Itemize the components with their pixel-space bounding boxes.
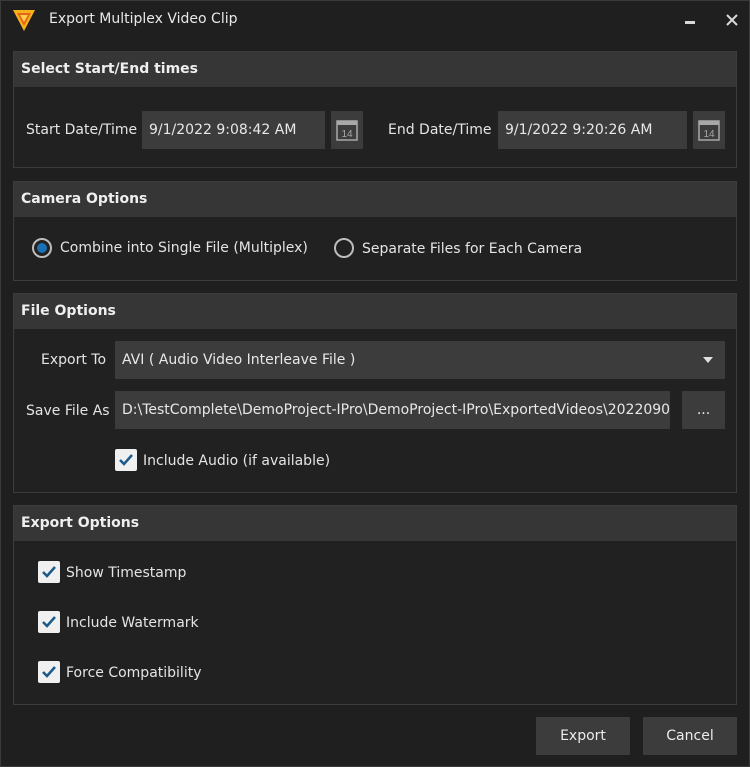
export-options-header: Export Options <box>14 506 736 541</box>
radio-button-selected[interactable] <box>32 238 52 258</box>
close-button[interactable] <box>719 7 745 33</box>
save-file-as-label: Save File As <box>26 403 110 419</box>
svg-text:14: 14 <box>703 129 715 140</box>
camera-section-header: Camera Options <box>14 182 736 217</box>
radio-combine-label[interactable]: Combine into Single File (Multiplex) <box>60 240 308 256</box>
window-title: Export Multiplex Video Clip <box>49 11 238 27</box>
close-icon <box>726 14 738 26</box>
end-datetime-field[interactable]: 9/1/2022 9:20:26 AM <box>498 111 687 149</box>
checkmark-icon <box>42 666 56 678</box>
svg-text:14: 14 <box>341 129 353 140</box>
checkmark-icon <box>119 454 133 466</box>
calendar-icon: 14 <box>336 120 358 141</box>
export-to-label: Export To <box>41 352 107 368</box>
checkmark-icon <box>42 616 56 628</box>
export-dialog: Export Multiplex Video Clip Select Start… <box>0 0 750 767</box>
save-path-field[interactable]: D:\TestComplete\DemoProject-IPro\DemoPro… <box>115 391 670 429</box>
file-section-header: File Options <box>14 294 736 329</box>
force-compatibility-label[interactable]: Force Compatibility <box>66 665 201 681</box>
times-section-header: Select Start/End times <box>14 52 736 87</box>
export-format-dropdown[interactable]: AVI ( Audio Video Interleave File ) <box>115 341 725 379</box>
end-calendar-button[interactable]: 14 <box>693 111 725 149</box>
start-datetime-label: Start Date/Time <box>26 122 138 138</box>
export-options-section: Export Options Show Timestamp Include Wa… <box>13 505 737 705</box>
times-section: Select Start/End times Start Date/Time 9… <box>13 51 737 168</box>
calendar-icon: 14 <box>698 120 720 141</box>
start-datetime-field[interactable]: 9/1/2022 9:08:42 AM <box>142 111 325 149</box>
include-audio-checkbox[interactable] <box>115 449 137 471</box>
minimize-button[interactable] <box>677 7 703 33</box>
export-button[interactable]: Export <box>536 717 630 755</box>
start-calendar-button[interactable]: 14 <box>331 111 363 149</box>
radio-button[interactable] <box>334 238 354 258</box>
include-watermark-label[interactable]: Include Watermark <box>66 615 199 631</box>
app-logo-icon <box>11 7 37 33</box>
file-section: File Options Export To AVI ( Audio Video… <box>13 293 737 493</box>
end-datetime-label: End Date/Time <box>388 122 492 138</box>
export-format-value: AVI ( Audio Video Interleave File ) <box>122 352 356 368</box>
checkmark-icon <box>42 566 56 578</box>
include-audio-label[interactable]: Include Audio (if available) <box>143 453 330 469</box>
radio-separate-label[interactable]: Separate Files for Each Camera <box>362 241 582 257</box>
show-timestamp-checkbox[interactable] <box>38 561 60 583</box>
force-compatibility-checkbox[interactable] <box>38 661 60 683</box>
cancel-button[interactable]: Cancel <box>643 717 737 755</box>
title-bar: Export Multiplex Video Clip <box>1 1 749 39</box>
browse-button[interactable]: ... <box>682 391 725 429</box>
minimize-icon <box>685 21 695 24</box>
camera-section: Camera Options Combine into Single File … <box>13 181 737 281</box>
show-timestamp-label[interactable]: Show Timestamp <box>66 565 186 581</box>
include-watermark-checkbox[interactable] <box>38 611 60 633</box>
chevron-down-icon <box>703 357 713 363</box>
